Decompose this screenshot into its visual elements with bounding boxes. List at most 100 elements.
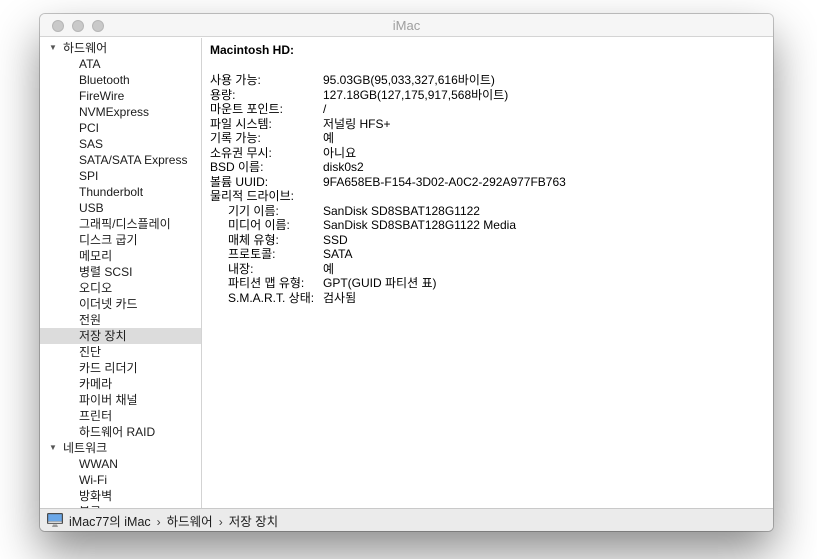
- volume-title: Macintosh HD:: [210, 43, 773, 58]
- sidebar-item[interactable]: 파이버 채널: [40, 392, 201, 408]
- info-row: 내장:예: [210, 262, 773, 277]
- info-label: 물리적 드라이브:: [210, 189, 323, 204]
- info-value: 예: [323, 262, 773, 277]
- info-value: disk0s2: [323, 160, 773, 175]
- sidebar-item[interactable]: 병렬 SCSI: [40, 264, 201, 280]
- disclosure-triangle-icon[interactable]: ▼: [49, 40, 57, 56]
- sidebar-item-label: NVMExpress: [40, 104, 149, 120]
- sidebar-item-label: 그래픽/디스플레이: [40, 216, 171, 232]
- sidebar-item-label: 방화벽: [40, 488, 112, 504]
- info-value: SSD: [323, 233, 773, 248]
- info-value: 9FA658EB-F154-3D02-A0C2-292A977FB763: [323, 175, 773, 190]
- info-row: 소유권 무시:아니요: [210, 146, 773, 161]
- breadcrumb-segment: 저장 장치: [229, 515, 278, 529]
- info-row: 용량:127.18GB(127,175,917,568바이트): [210, 88, 773, 103]
- sidebar-item-label: 디스크 굽기: [40, 232, 138, 248]
- window-body: ▼하드웨어ATABluetoothFireWireNVMExpressPCISA…: [40, 38, 773, 508]
- sidebar-section-header[interactable]: ▼하드웨어: [40, 40, 201, 56]
- sidebar-item-label: 전원: [40, 312, 101, 328]
- sidebar-section-header[interactable]: ▼네트워크: [40, 440, 201, 456]
- breadcrumb-separator: ›: [219, 515, 223, 529]
- info-row: 물리적 드라이브:: [210, 189, 773, 204]
- sidebar-item[interactable]: 메모리: [40, 248, 201, 264]
- sidebar-item[interactable]: 디스크 굽기: [40, 232, 201, 248]
- info-value: 저널링 HFS+: [323, 117, 773, 132]
- sidebar-item-label: 저장 장치: [40, 328, 127, 344]
- sidebar-item-label: USB: [40, 200, 104, 216]
- sidebar-item-label: 카메라: [40, 376, 112, 392]
- sidebar-item-label: Wi-Fi: [40, 472, 107, 488]
- sidebar-item[interactable]: FireWire: [40, 88, 201, 104]
- status-bar: iMac77의 iMac›하드웨어›저장 장치: [40, 508, 773, 531]
- sidebar-item[interactable]: SPI: [40, 168, 201, 184]
- sidebar-item[interactable]: 전원: [40, 312, 201, 328]
- info-row: S.M.A.R.T. 상태:검사됨: [210, 291, 773, 306]
- info-value: 예: [323, 131, 773, 146]
- sidebar-item[interactable]: Wi-Fi: [40, 472, 201, 488]
- info-row: BSD 이름:disk0s2: [210, 160, 773, 175]
- sidebar-item[interactable]: SATA/SATA Express: [40, 152, 201, 168]
- sidebar-item-label: 메모리: [40, 248, 112, 264]
- info-rows: 사용 가능:95.03GB(95,033,327,616바이트)용량:127.1…: [210, 73, 773, 305]
- sidebar-item[interactable]: 카드 리더기: [40, 360, 201, 376]
- info-row: 볼륨 UUID:9FA658EB-F154-3D02-A0C2-292A977F…: [210, 175, 773, 190]
- info-label: BSD 이름:: [210, 160, 323, 175]
- sidebar: ▼하드웨어ATABluetoothFireWireNVMExpressPCISA…: [40, 38, 202, 508]
- breadcrumb-segment: iMac77의 iMac: [69, 515, 151, 529]
- info-value: SanDisk SD8SBAT128G1122: [323, 204, 773, 219]
- info-row: 기기 이름:SanDisk SD8SBAT128G1122: [210, 204, 773, 219]
- sidebar-item[interactable]: Thunderbolt: [40, 184, 201, 200]
- sidebar-item[interactable]: 저장 장치: [40, 328, 201, 344]
- sidebar-item[interactable]: 카메라: [40, 376, 201, 392]
- sidebar-item[interactable]: 이더넷 카드: [40, 296, 201, 312]
- sidebar-item[interactable]: NVMExpress: [40, 104, 201, 120]
- sidebar-item[interactable]: 그래픽/디스플레이: [40, 216, 201, 232]
- sidebar-item[interactable]: 진단: [40, 344, 201, 360]
- info-value: /: [323, 102, 773, 117]
- desktop-wallpaper: iMac ▼하드웨어ATABluetoothFireWireNVMExpress…: [0, 0, 817, 559]
- info-value: 95.03GB(95,033,327,616바이트): [323, 73, 773, 88]
- sidebar-item-label: 프린터: [40, 408, 112, 424]
- sidebar-item[interactable]: 방화벽: [40, 488, 201, 504]
- sidebar-item-label: SATA/SATA Express: [40, 152, 187, 168]
- sidebar-item[interactable]: WWAN: [40, 456, 201, 472]
- info-value: 127.18GB(127,175,917,568바이트): [323, 88, 773, 103]
- info-label: 파일 시스템:: [210, 117, 323, 132]
- disclosure-triangle-icon[interactable]: ▼: [49, 440, 57, 456]
- sidebar-item[interactable]: ATA: [40, 56, 201, 72]
- info-label: 매체 유형:: [210, 233, 323, 248]
- sidebar-item[interactable]: 오디오: [40, 280, 201, 296]
- sidebar-item[interactable]: 프린터: [40, 408, 201, 424]
- sidebar-item-label: 병렬 SCSI: [40, 264, 132, 280]
- info-label: 마운트 포인트:: [210, 102, 323, 117]
- sidebar-item-label: PCI: [40, 120, 99, 136]
- sidebar-item[interactable]: USB: [40, 200, 201, 216]
- info-value: SATA: [323, 247, 773, 262]
- info-row: 사용 가능:95.03GB(95,033,327,616바이트): [210, 73, 773, 88]
- sidebar-item[interactable]: Bluetooth: [40, 72, 201, 88]
- info-label: 기기 이름:: [210, 204, 323, 219]
- info-row: 파일 시스템:저널링 HFS+: [210, 117, 773, 132]
- breadcrumb: iMac77의 iMac›하드웨어›저장 장치: [69, 511, 278, 530]
- sidebar-item-label: SAS: [40, 136, 103, 152]
- sidebar-item[interactable]: PCI: [40, 120, 201, 136]
- info-value: [323, 189, 773, 204]
- sidebar-item[interactable]: 하드웨어 RAID: [40, 424, 201, 440]
- sidebar-item-label: SPI: [40, 168, 98, 184]
- system-information-window: iMac ▼하드웨어ATABluetoothFireWireNVMExpress…: [40, 14, 773, 531]
- sidebar-item[interactable]: SAS: [40, 136, 201, 152]
- sidebar-item-label: 진단: [40, 344, 101, 360]
- info-label: 볼륨 UUID:: [210, 175, 323, 190]
- info-row: 마운트 포인트:/: [210, 102, 773, 117]
- info-label: 프로토콜:: [210, 247, 323, 262]
- sidebar-item-label: WWAN: [40, 456, 118, 472]
- info-label: 미디어 이름:: [210, 218, 323, 233]
- info-value: 검사됨: [323, 291, 773, 306]
- info-value: SanDisk SD8SBAT128G1122 Media: [323, 218, 773, 233]
- window-titlebar[interactable]: iMac: [40, 14, 773, 37]
- sidebar-item-label: FireWire: [40, 88, 124, 104]
- breadcrumb-segment: 하드웨어: [167, 515, 213, 529]
- window-title: iMac: [40, 14, 773, 37]
- info-label: 기록 가능:: [210, 131, 323, 146]
- info-label: 용량:: [210, 88, 323, 103]
